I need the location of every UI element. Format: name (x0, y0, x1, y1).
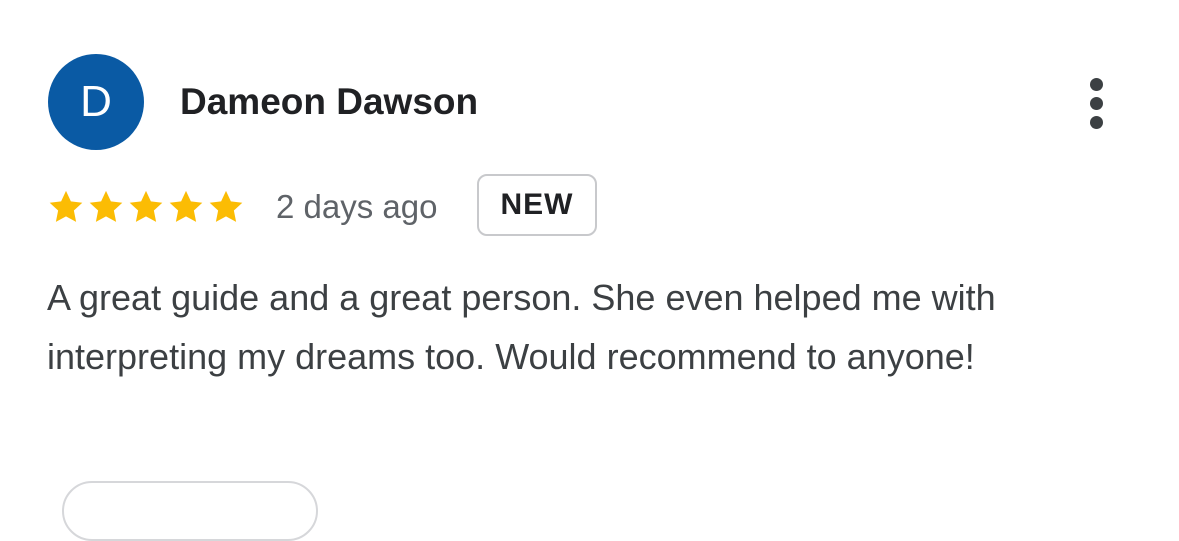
more-options-button[interactable] (1074, 70, 1118, 136)
more-vert-icon (1089, 115, 1103, 129)
review-text: A great guide and a great person. She ev… (47, 277, 996, 377)
star-icon (49, 190, 83, 222)
more-vert-icon (1089, 96, 1103, 110)
new-badge: NEW (477, 174, 597, 236)
more-vert-icon (1089, 77, 1103, 91)
reviewer-name[interactable]: Dameon Dawson (180, 78, 478, 126)
star-rating (47, 186, 245, 228)
star-icon (129, 190, 163, 222)
helpful-button[interactable] (62, 481, 318, 541)
star-icon (169, 190, 203, 222)
star-icon (209, 190, 243, 222)
review-timestamp: 2 days ago (276, 188, 438, 225)
star-icon (89, 190, 123, 222)
avatar[interactable]: D (48, 54, 144, 150)
